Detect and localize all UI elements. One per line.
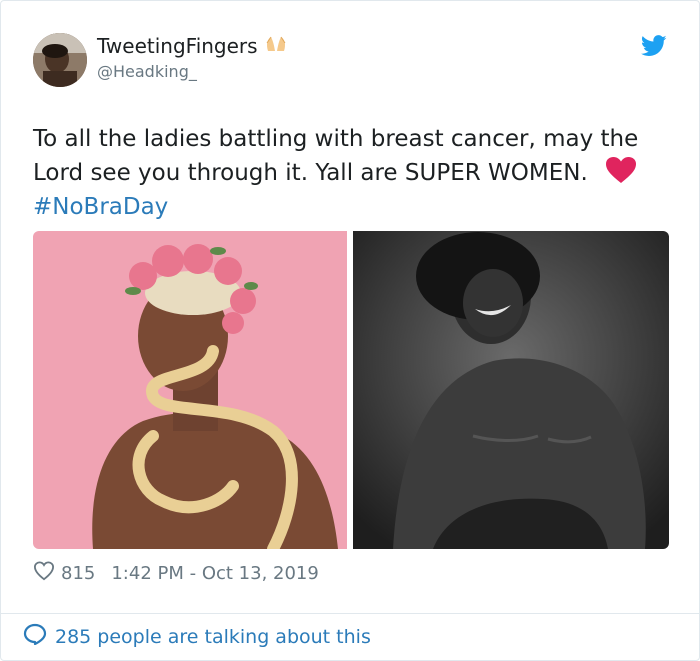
media-photo-2[interactable] <box>353 231 669 549</box>
tweet-meta: 815 1:42 PM - Oct 13, 2019 <box>33 561 319 586</box>
talking-text[interactable]: 285 people are talking about this <box>55 626 371 648</box>
tweet-body: To all the ladies battling with breast c… <box>33 126 639 186</box>
author-display-name[interactable]: TweetingFingers <box>97 34 258 58</box>
media-photo-1[interactable] <box>33 231 347 549</box>
tweet-text: To all the ladies battling with breast c… <box>33 122 673 224</box>
twitter-bird-icon[interactable] <box>640 35 667 57</box>
like-heart-icon[interactable] <box>33 561 55 586</box>
footer-divider <box>1 613 699 614</box>
red-heart-icon <box>605 156 637 184</box>
hashtag-link[interactable]: #NoBraDay <box>33 194 168 220</box>
author-handle[interactable]: @Headking_ <box>97 62 197 81</box>
tweet-timestamp[interactable]: 1:42 PM - Oct 13, 2019 <box>111 563 318 584</box>
speech-bubble-icon <box>23 623 47 650</box>
media-grid[interactable] <box>33 231 669 549</box>
avatar[interactable] <box>33 33 87 87</box>
author-name-row[interactable]: TweetingFingers <box>97 34 288 58</box>
like-count[interactable]: 815 <box>61 563 95 584</box>
praying-hands-icon <box>264 34 288 58</box>
conversation-link[interactable]: 285 people are talking about this <box>23 623 371 650</box>
tweet-card: TweetingFingers @Headking_ To all the la… <box>0 0 700 661</box>
